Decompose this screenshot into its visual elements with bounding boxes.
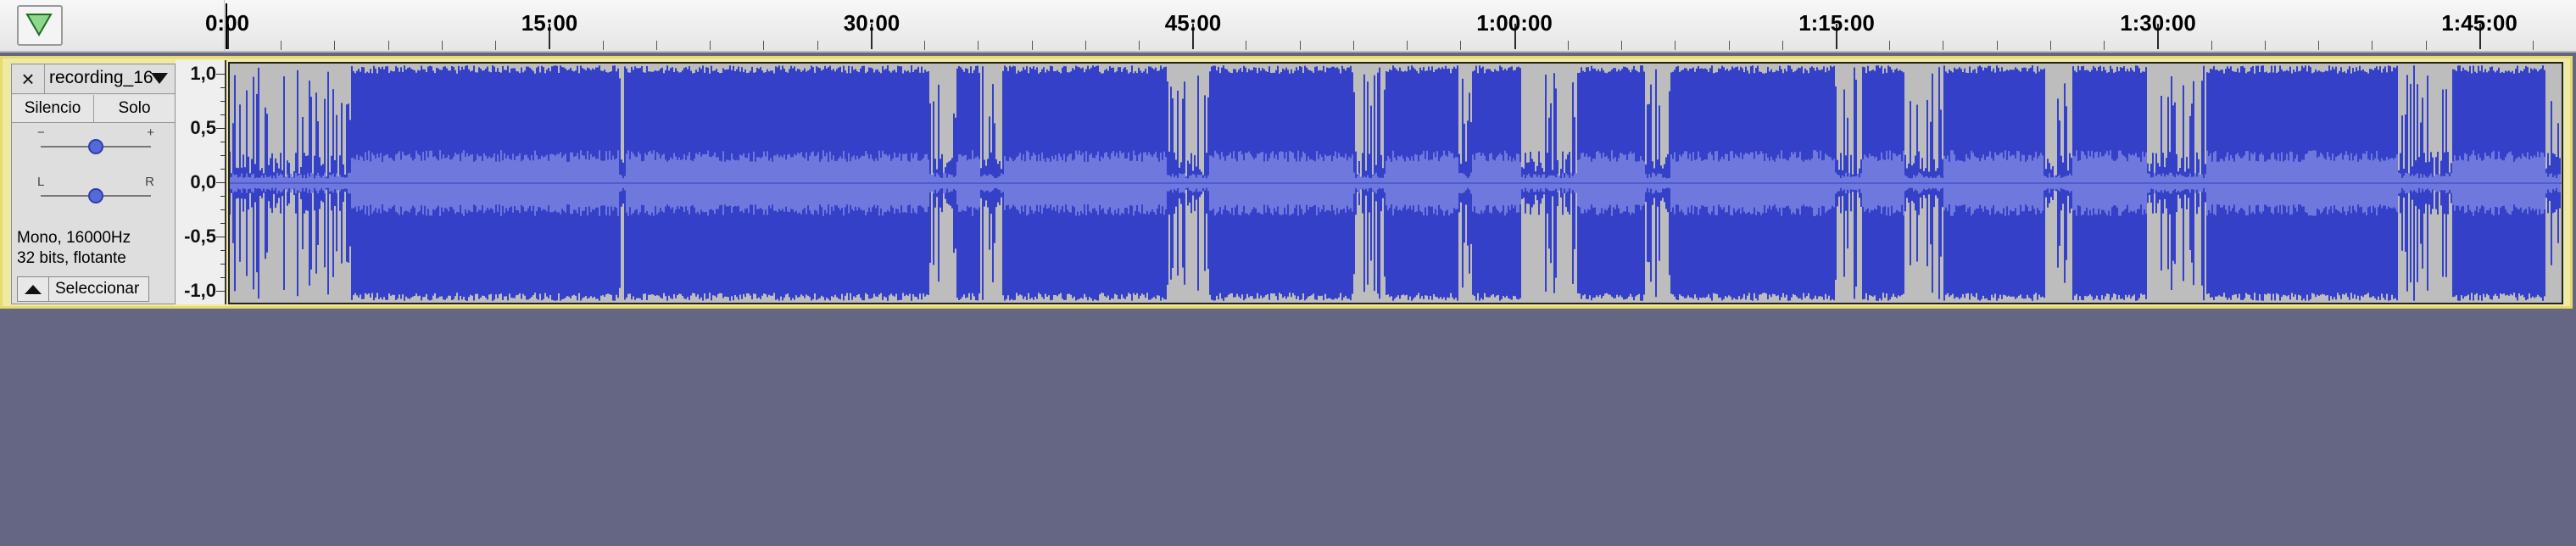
ruler-label: 15:00 — [521, 10, 578, 36]
ruler-minor-tick — [1996, 41, 1998, 50]
ruler-minor-tick — [1138, 41, 1140, 50]
ruler-minor-tick — [2425, 41, 2427, 50]
ruler-minor-tick — [388, 41, 389, 50]
ruler-minor-tick — [2211, 41, 2212, 50]
amplitude-label: 0,5 — [190, 117, 216, 138]
amplitude-tick — [220, 101, 225, 102]
amplitude-tick — [220, 114, 225, 115]
amplitude-label: -0,5 — [184, 226, 216, 247]
triangle-down-icon — [25, 14, 53, 36]
ruler-minor-tick — [2049, 41, 2051, 50]
amplitude-label: 0,0 — [190, 171, 216, 192]
ruler-label: 1:00:00 — [1476, 10, 1553, 36]
gain-min-label: − — [37, 125, 45, 140]
track-name-row: × recording_16 — [12, 64, 175, 94]
ruler-minor-tick — [763, 41, 765, 50]
ruler-minor-tick — [1781, 41, 1783, 50]
amplitude-tick — [216, 128, 225, 129]
ruler-minor-tick — [1407, 41, 1408, 50]
ruler-label: 45:00 — [1164, 10, 1222, 36]
ruler-minor-tick — [924, 41, 926, 50]
track-format-depth: 32 bits, flotante — [17, 249, 126, 267]
ruler-label: 1:45:00 — [2441, 10, 2517, 36]
timeline-ruler[interactable]: 0:00 15:00 30:00 45:00 1:00:00 1:15:00 1… — [0, 0, 2576, 53]
select-track-label: Seleccionar — [55, 280, 140, 298]
ruler-minor-tick — [2264, 41, 2266, 50]
collapse-track-button[interactable] — [18, 277, 49, 301]
pan-slider-thumb[interactable] — [88, 188, 103, 203]
gain-slider[interactable]: − + — [27, 125, 164, 154]
play-head-button[interactable] — [17, 5, 63, 46]
ruler-minor-tick — [978, 41, 979, 50]
amplitude-label: -1,0 — [184, 280, 216, 301]
ruler-minor-tick — [1031, 41, 1033, 50]
amplitude-tick — [216, 291, 225, 292]
close-track-button[interactable]: × — [12, 64, 45, 93]
pan-right-label: R — [145, 175, 154, 189]
ruler-minor-tick — [1352, 41, 1354, 50]
waveform-clip[interactable] — [228, 62, 2563, 304]
amplitude-tick — [220, 264, 225, 265]
ruler-minor-tick — [1675, 41, 1676, 50]
ruler-minor-tick — [1889, 41, 1891, 50]
ruler-label: 1:15:00 — [1798, 10, 1875, 36]
ruler-label: 0:00 — [204, 10, 250, 36]
ruler-minor-tick — [1621, 41, 1623, 50]
audio-track[interactable]: × recording_16 Silencio Solo − + L R Mon… — [0, 56, 2573, 309]
ruler-minor-tick — [602, 41, 604, 50]
ruler-minor-tick — [1728, 41, 1730, 50]
empty-track-area[interactable] — [0, 310, 2576, 546]
amplitude-tick — [220, 169, 225, 170]
ruler-minor-tick — [334, 41, 336, 50]
select-track-button[interactable]: Seleccionar — [17, 276, 149, 302]
ruler-minor-tick — [495, 41, 497, 50]
amplitude-label: 1,0 — [190, 63, 216, 84]
ruler-minor-tick — [817, 41, 818, 50]
gain-max-label: + — [147, 125, 154, 140]
ruler-minor-tick — [2318, 41, 2320, 50]
ruler-label: 30:00 — [843, 10, 900, 36]
waveform — [230, 65, 2562, 301]
amplitude-tick — [220, 223, 225, 224]
amplitude-tick — [220, 250, 225, 251]
chevron-down-icon[interactable] — [151, 73, 168, 85]
ruler-minor-tick — [2533, 41, 2534, 50]
ruler-minor-tick — [1084, 41, 1086, 50]
track-name-menu[interactable]: recording_16 — [49, 68, 153, 88]
amplitude-tick — [216, 182, 225, 183]
amplitude-tick — [220, 87, 225, 88]
ruler-minor-tick — [281, 41, 282, 50]
amplitude-tick — [220, 277, 225, 278]
pan-slider[interactable]: L R — [27, 175, 164, 203]
ruler-label: 1:30:00 — [2120, 10, 2196, 36]
solo-button[interactable]: Solo — [94, 95, 175, 122]
amplitude-tick — [220, 155, 225, 156]
ruler-minor-tick — [1460, 41, 1462, 50]
ruler-minor-tick — [710, 41, 711, 50]
ruler-minor-tick — [1567, 41, 1569, 50]
gain-slider-thumb[interactable] — [88, 139, 103, 154]
amplitude-tick — [220, 209, 225, 210]
amplitude-tick — [216, 74, 225, 75]
track-format-rate: Mono, 16000Hz — [17, 229, 131, 247]
mute-button[interactable]: Silencio — [12, 95, 94, 122]
ruler-minor-tick — [2104, 41, 2105, 50]
amplitude-ruler: 1,0 0,5 0,0 -0,5 -1,0 — [176, 60, 226, 304]
ruler-minor-tick — [655, 41, 657, 50]
ruler-minor-tick — [1299, 41, 1301, 50]
triangle-up-icon — [25, 285, 42, 294]
amplitude-tick — [220, 196, 225, 197]
mute-solo-row: Silencio Solo — [12, 95, 175, 123]
ruler-minor-tick — [441, 41, 443, 50]
track-control-panel: × recording_16 Silencio Solo − + L R Mon… — [11, 64, 176, 304]
ruler-left-spacer — [0, 0, 225, 51]
pan-left-label: L — [37, 175, 45, 189]
